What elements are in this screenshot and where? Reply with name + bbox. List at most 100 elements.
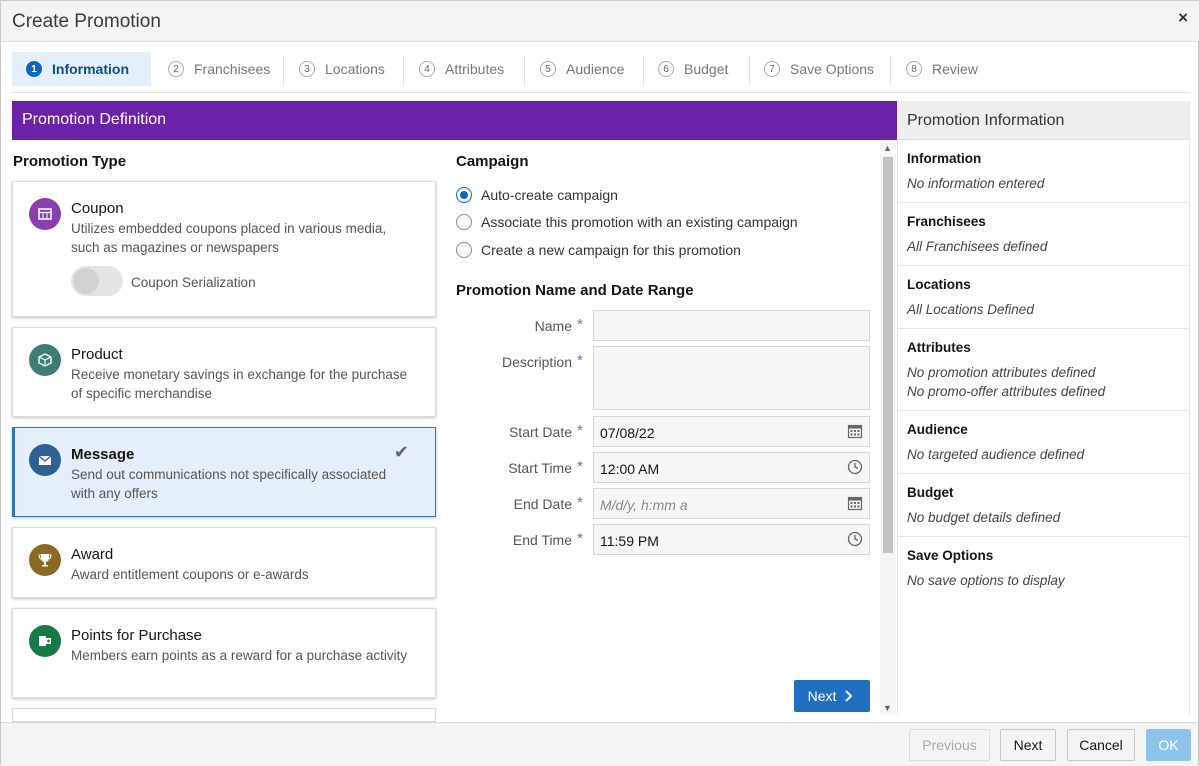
card-message[interactable]: Message Send out communications not spec… bbox=[12, 427, 436, 517]
dialog-titlebar: Create Promotion × bbox=[1, 1, 1199, 42]
info-value: All Locations Defined bbox=[907, 302, 1034, 317]
start-date-label: Start Date bbox=[508, 424, 572, 440]
info-heading: Attributes bbox=[907, 340, 971, 355]
step-franchisees[interactable]: 2 Franchisees bbox=[168, 52, 270, 86]
step-information[interactable]: 1 Information bbox=[12, 52, 151, 86]
trophy-icon bbox=[29, 544, 61, 576]
step-budget[interactable]: 6 Budget bbox=[658, 52, 728, 86]
next-button[interactable]: Next bbox=[1000, 729, 1056, 761]
ok-button[interactable]: OK bbox=[1146, 729, 1191, 761]
name-label: Name bbox=[534, 318, 572, 334]
step-label: Audience bbox=[566, 61, 625, 77]
dialog-title: Create Promotion bbox=[12, 11, 161, 32]
info-value: No information entered bbox=[907, 176, 1045, 191]
scroll-down-icon[interactable]: ▼ bbox=[883, 703, 892, 713]
step-label: Review bbox=[932, 61, 978, 77]
card-description: Members earn points as a reward for a pu… bbox=[71, 648, 408, 663]
step-train: 1 Information 2 Franchisees 3 Locations … bbox=[12, 49, 1190, 93]
name-input[interactable] bbox=[593, 310, 870, 341]
info-value: All Franchisees defined bbox=[907, 239, 1048, 254]
end-date-label: End Date bbox=[513, 496, 572, 512]
step-divider bbox=[524, 55, 525, 85]
step-audience[interactable]: 5 Audience bbox=[540, 52, 624, 86]
step-attributes[interactable]: 4 Attributes bbox=[419, 52, 504, 86]
chevron-right-icon bbox=[845, 690, 853, 702]
end-time-input[interactable]: 11:59 PM bbox=[593, 524, 870, 555]
next-button-inline[interactable]: Next bbox=[794, 680, 870, 712]
step-review[interactable]: 8 Review bbox=[906, 52, 978, 86]
radio-button[interactable] bbox=[456, 214, 472, 230]
info-value: No save options to display bbox=[907, 573, 1065, 588]
step-number: 6 bbox=[658, 61, 674, 77]
required-mark: * bbox=[577, 494, 583, 511]
step-divider bbox=[643, 55, 644, 85]
radio-new-campaign[interactable]: Create a new campaign for this promotion bbox=[456, 242, 741, 258]
step-divider bbox=[403, 55, 404, 85]
coupon-serialization-toggle[interactable] bbox=[71, 266, 123, 296]
step-number: 2 bbox=[168, 61, 184, 77]
step-label: Information bbox=[52, 61, 129, 77]
required-mark: * bbox=[577, 316, 583, 333]
card-title: Message bbox=[71, 446, 135, 463]
close-icon[interactable]: × bbox=[1178, 8, 1188, 28]
end-time-label: End Time bbox=[512, 532, 572, 548]
toggle-knob bbox=[73, 268, 99, 294]
step-number: 5 bbox=[540, 61, 556, 77]
checkmark-icon: ✔ bbox=[393, 442, 409, 462]
campaign-heading: Campaign bbox=[456, 153, 529, 170]
step-label: Locations bbox=[325, 61, 385, 77]
info-heading: Locations bbox=[907, 277, 971, 292]
envelope-icon bbox=[29, 444, 61, 476]
step-label: Budget bbox=[684, 61, 729, 77]
calendar-icon[interactable] bbox=[847, 423, 863, 439]
info-heading: Audience bbox=[907, 422, 968, 437]
points-icon bbox=[29, 625, 61, 657]
create-promotion-dialog: Create Promotion × 1 Information 2 Franc… bbox=[0, 0, 1199, 766]
radio-button[interactable] bbox=[456, 242, 472, 258]
section-banner: Promotion Definition bbox=[12, 101, 897, 140]
info-section-information: Information No information entered bbox=[898, 140, 1189, 203]
scroll-thumb[interactable] bbox=[883, 157, 893, 553]
info-heading: Franchisees bbox=[907, 214, 986, 229]
radio-existing-campaign[interactable]: Associate this promotion with an existin… bbox=[456, 214, 798, 230]
info-section-audience: Audience No targeted audience defined bbox=[898, 411, 1189, 474]
info-panel-title: Promotion Information bbox=[898, 101, 1189, 140]
info-section-budget: Budget No budget details defined bbox=[898, 474, 1189, 537]
end-date-placeholder: M/d/y, h:mm a bbox=[600, 497, 688, 513]
start-time-input[interactable]: 12:00 AM bbox=[593, 452, 870, 483]
scroll-up-icon[interactable]: ▲ bbox=[883, 143, 892, 153]
end-date-input[interactable]: M/d/y, h:mm a bbox=[593, 488, 870, 519]
coupon-icon bbox=[29, 198, 61, 230]
radio-button[interactable] bbox=[456, 187, 472, 203]
box-icon bbox=[29, 344, 61, 376]
card-award[interactable]: Award Award entitlement coupons or e-awa… bbox=[12, 527, 436, 598]
step-locations[interactable]: 3 Locations bbox=[299, 52, 385, 86]
description-label: Description bbox=[501, 354, 572, 370]
clock-icon[interactable] bbox=[847, 531, 863, 547]
toggle-label: Coupon Serialization bbox=[131, 275, 256, 290]
cancel-button[interactable]: Cancel bbox=[1067, 729, 1135, 761]
required-mark: * bbox=[577, 458, 583, 475]
start-date-value: 07/08/22 bbox=[600, 425, 655, 441]
calendar-icon[interactable] bbox=[847, 495, 863, 511]
card-title: Award bbox=[71, 546, 114, 563]
card-partial[interactable] bbox=[12, 708, 436, 722]
step-divider bbox=[890, 55, 891, 85]
previous-button[interactable]: Previous bbox=[909, 729, 990, 761]
step-number: 1 bbox=[26, 61, 42, 77]
start-date-input[interactable]: 07/08/22 bbox=[593, 416, 870, 447]
start-time-value: 12:00 AM bbox=[600, 461, 660, 477]
radio-label: Associate this promotion with an existin… bbox=[481, 214, 798, 230]
card-product[interactable]: Product Receive monetary savings in exch… bbox=[12, 327, 436, 417]
description-textarea[interactable] bbox=[593, 346, 870, 410]
card-description: Send out communications not specifically… bbox=[71, 467, 387, 501]
radio-auto-create-campaign[interactable]: Auto-create campaign bbox=[456, 187, 618, 203]
card-coupon[interactable]: Coupon Utilizes embedded coupons placed … bbox=[12, 181, 436, 317]
info-heading: Information bbox=[907, 151, 982, 166]
card-title: Points for Purchase bbox=[71, 627, 202, 644]
clock-icon[interactable] bbox=[847, 459, 863, 475]
card-points-for-purchase[interactable]: Points for Purchase Members earn points … bbox=[12, 608, 436, 698]
step-save-options[interactable]: 7 Save Options bbox=[764, 52, 874, 86]
content-scrollbar[interactable]: ▲ ▼ bbox=[880, 141, 896, 715]
card-title: Product bbox=[71, 346, 123, 363]
